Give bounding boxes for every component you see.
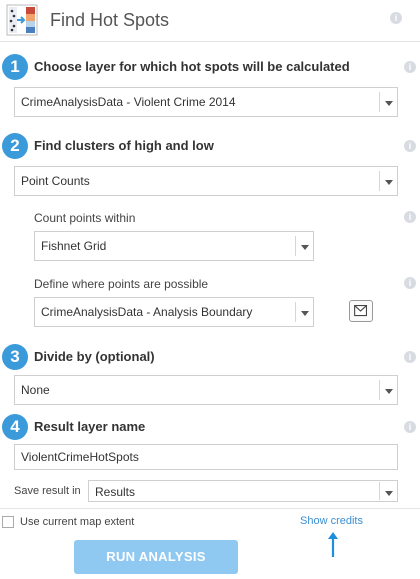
step-1-label: Choose layer for which hot spots will be… bbox=[34, 59, 350, 74]
count-within-select[interactable]: Fishnet Grid bbox=[34, 231, 314, 261]
chevron-down-icon[interactable] bbox=[379, 482, 397, 500]
save-in-label: Save result in bbox=[14, 485, 81, 497]
info-icon[interactable]: i bbox=[404, 351, 416, 363]
info-icon[interactable]: i bbox=[404, 421, 416, 433]
count-within-value: Fishnet Grid bbox=[41, 239, 107, 253]
cluster-type-value: Point Counts bbox=[21, 174, 90, 188]
arrow-up-icon bbox=[328, 532, 338, 557]
chevron-down-icon[interactable] bbox=[295, 236, 313, 256]
chevron-down-icon[interactable] bbox=[295, 302, 313, 322]
chevron-down-icon[interactable] bbox=[379, 92, 397, 112]
save-in-value: Results bbox=[95, 485, 136, 499]
step-3-badge: 3 bbox=[2, 344, 28, 370]
result-layer-name-input[interactable] bbox=[14, 444, 398, 470]
hot-spots-tool-icon bbox=[6, 4, 38, 36]
browse-layer-button[interactable] bbox=[349, 300, 373, 322]
show-credits-link[interactable]: Show credits bbox=[300, 515, 363, 527]
info-icon[interactable]: i bbox=[404, 61, 416, 73]
info-icon[interactable]: i bbox=[390, 12, 402, 24]
step-2-label: Find clusters of high and low bbox=[34, 138, 214, 153]
step-3-label: Divide by (optional) bbox=[34, 349, 155, 364]
chevron-down-icon[interactable] bbox=[379, 380, 397, 400]
define-where-label: Define where points are possible bbox=[34, 277, 209, 291]
divide-by-select[interactable]: None bbox=[14, 375, 398, 405]
step-2-badge: 2 bbox=[2, 133, 28, 159]
info-icon[interactable]: i bbox=[404, 140, 416, 152]
chevron-down-icon[interactable] bbox=[379, 171, 397, 191]
cluster-type-select[interactable]: Point Counts bbox=[14, 166, 398, 196]
bounding-area-select[interactable]: CrimeAnalysisData - Analysis Boundary bbox=[34, 297, 314, 327]
info-icon[interactable]: i bbox=[404, 277, 416, 289]
count-within-label: Count points within bbox=[34, 211, 136, 225]
panel-title: Find Hot Spots bbox=[50, 10, 170, 30]
divide-by-value: None bbox=[21, 383, 50, 397]
divider bbox=[0, 508, 420, 509]
info-icon[interactable]: i bbox=[404, 211, 416, 223]
step-1-badge: 1 bbox=[2, 54, 28, 80]
input-layer-value: CrimeAnalysisData - Violent Crime 2014 bbox=[21, 95, 236, 109]
panel-header: Find Hot Spots i bbox=[0, 0, 420, 42]
save-in-folder-select[interactable]: Results bbox=[88, 480, 398, 502]
use-map-extent-checkbox[interactable] bbox=[2, 516, 14, 528]
input-layer-select[interactable]: CrimeAnalysisData - Violent Crime 2014 bbox=[14, 87, 398, 117]
step-4-badge: 4 bbox=[2, 414, 28, 440]
browse-layer-icon bbox=[354, 305, 367, 317]
step-4-label: Result layer name bbox=[34, 419, 146, 434]
run-analysis-button[interactable]: RUN ANALYSIS bbox=[74, 540, 238, 574]
bounding-area-value: CrimeAnalysisData - Analysis Boundary bbox=[41, 305, 253, 319]
use-map-extent-label: Use current map extent bbox=[20, 516, 135, 528]
